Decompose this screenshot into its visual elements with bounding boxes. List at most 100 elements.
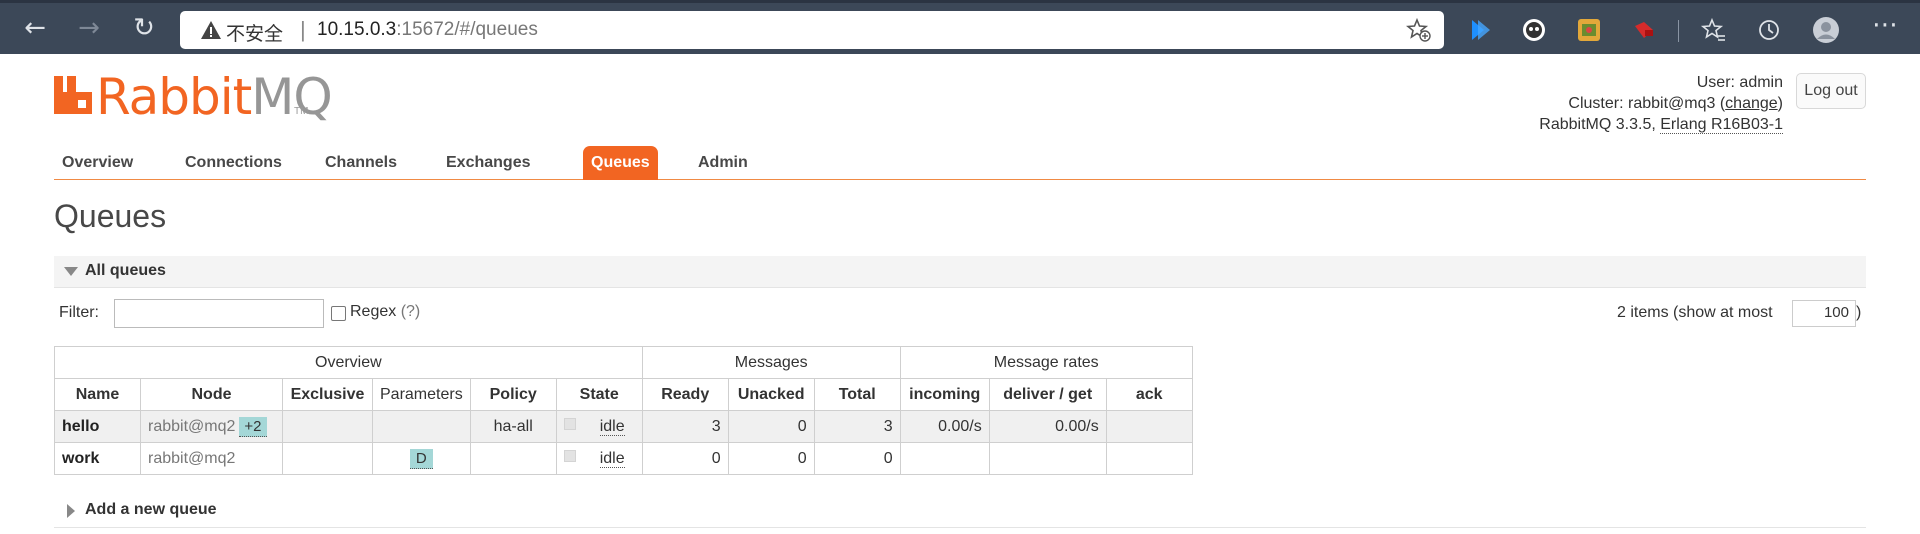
col-total[interactable]: Total — [813, 378, 901, 411]
tab-exchanges[interactable]: Exchanges — [438, 146, 538, 180]
logo-mq: MQ — [251, 68, 332, 126]
add-queue-label: Add a new queue — [85, 501, 217, 518]
filter-input[interactable] — [114, 299, 324, 328]
queue-total: 3 — [813, 410, 901, 443]
queues-table: Overview Messages Message rates Name Nod… — [54, 346, 1193, 475]
more-menu-icon[interactable]: ⋯ — [1868, 8, 1902, 42]
queue-parameters: D — [372, 442, 471, 475]
browser-toolbar: ← → ↻ 不安全 | 10.15.0.3:15672/#/queues ⋯ — [0, 0, 1920, 54]
page-title: Queues — [54, 198, 167, 234]
queue-unacked: 0 — [727, 410, 815, 443]
rabbitmq-logo[interactable]: RabbitMQ TM — [54, 68, 333, 126]
tab-admin[interactable]: Admin — [690, 146, 756, 180]
tab-channels[interactable]: Channels — [317, 146, 405, 180]
regex-label-group: Regex (?) — [350, 303, 420, 321]
queue-name[interactable]: hello — [54, 410, 141, 443]
col-incoming[interactable]: incoming — [899, 378, 990, 411]
queue-node: rabbit@mq2 +2 — [140, 410, 283, 443]
add-queue-toggle[interactable]: Add a new queue — [54, 496, 1866, 528]
favorites-icon[interactable] — [1700, 16, 1728, 44]
col-parameters[interactable]: Parameters — [372, 378, 471, 411]
extension-game-icon[interactable] — [1575, 16, 1603, 44]
logo-rabbit: Rabbit — [96, 68, 252, 126]
tab-queues[interactable]: Queues — [583, 146, 658, 180]
col-deliver-get[interactable]: deliver / get — [988, 378, 1107, 411]
regex-help-link[interactable]: (?) — [401, 303, 421, 320]
change-cluster-link[interactable]: change — [1725, 95, 1778, 112]
state-indicator-icon — [563, 449, 576, 462]
col-policy[interactable]: Policy — [469, 378, 557, 411]
col-node[interactable]: Node — [140, 378, 283, 411]
user-value: admin — [1739, 74, 1783, 91]
add-favorite-icon[interactable] — [1406, 17, 1432, 43]
filter-label: Filter: — [59, 304, 99, 321]
logout-button[interactable]: Log out — [1796, 73, 1866, 109]
main-nav-tabs: Overview Connections Channels Exchanges … — [54, 146, 1866, 180]
user-info: User: admin Cluster: rabbit@mq3 (change)… — [1539, 72, 1783, 135]
user-label: User: — [1696, 74, 1735, 91]
queue-name[interactable]: work — [54, 442, 141, 475]
logo-wordmark: RabbitMQ — [96, 68, 333, 126]
state-indicator-icon — [563, 417, 576, 430]
items-count-text: 2 items (show at most — [1617, 304, 1773, 321]
col-name[interactable]: Name — [54, 378, 141, 411]
queue-ready: 3 — [641, 410, 729, 443]
col-ready[interactable]: Ready — [641, 378, 729, 411]
col-unacked[interactable]: Unacked — [727, 378, 815, 411]
queue-total: 0 — [813, 442, 901, 475]
url-host: 10.15.0.3 — [317, 19, 397, 40]
extension-blue-icon[interactable] — [1466, 16, 1494, 44]
state-text: idle — [599, 417, 625, 436]
back-arrow-icon[interactable]: ← — [18, 11, 52, 45]
version-line: RabbitMQ 3.3.5, Erlang R16B03-1 — [1539, 114, 1783, 135]
col-state[interactable]: State — [555, 378, 643, 411]
queue-unacked: 0 — [727, 442, 815, 475]
queue-incoming: 0.00/s — [899, 410, 990, 443]
tab-overview[interactable]: Overview — [54, 146, 141, 180]
address-bar[interactable]: 不安全 | 10.15.0.3:15672/#/queues — [180, 11, 1444, 49]
queue-ack — [1105, 410, 1193, 443]
queue-state: idle — [555, 410, 643, 443]
queue-exclusive — [282, 410, 373, 443]
items-close-paren: ) — [1856, 304, 1862, 321]
forward-arrow-icon[interactable]: → — [72, 11, 106, 45]
queue-exclusive — [282, 442, 373, 475]
url-separator: | — [300, 17, 306, 42]
profile-avatar-icon[interactable] — [1812, 16, 1840, 44]
user-line: User: admin — [1539, 72, 1783, 93]
extension-robot-icon[interactable] — [1520, 16, 1548, 44]
queue-incoming — [899, 442, 990, 475]
queue-node: rabbit@mq2 — [140, 442, 283, 475]
url-text: 10.15.0.3:15672/#/queues — [317, 19, 538, 41]
extension-red-icon[interactable] — [1630, 16, 1658, 44]
toolbar-divider — [1678, 20, 1679, 42]
col-exclusive[interactable]: Exclusive — [282, 378, 373, 411]
insecure-label: 不安全 — [226, 24, 284, 45]
col-ack[interactable]: ack — [1105, 378, 1193, 411]
durable-tag: D — [409, 448, 433, 469]
cluster-value: rabbit@mq3 — [1628, 95, 1716, 112]
cluster-label: Cluster: — [1568, 95, 1624, 112]
warning-icon — [201, 21, 221, 39]
table-row[interactable]: hello rabbit@mq2 +2 ha-all idle 3 0 3 0.0… — [54, 410, 1193, 443]
items-limit-input[interactable]: 100 — [1792, 300, 1856, 327]
queue-deliver-get — [988, 442, 1107, 475]
group-header-message-rates: Message rates — [899, 346, 1193, 379]
reload-icon[interactable]: ↻ — [127, 11, 161, 45]
all-queues-toggle[interactable]: All queues — [54, 256, 1866, 288]
group-header-overview: Overview — [54, 346, 643, 379]
group-header-messages: Messages — [641, 346, 901, 379]
history-icon[interactable] — [1755, 16, 1783, 44]
tab-connections[interactable]: Connections — [177, 146, 290, 180]
regex-label: Regex — [350, 303, 397, 320]
all-queues-label: All queues — [85, 262, 166, 279]
rabbitmq-version: RabbitMQ 3.3.5, — [1539, 116, 1656, 133]
queue-ack — [1105, 442, 1193, 475]
table-row[interactable]: work rabbit@mq2 D idle 0 0 0 — [54, 442, 1193, 475]
regex-checkbox[interactable] — [331, 306, 346, 321]
node-name: rabbit@mq2 — [148, 417, 236, 435]
rabbit-logo-icon — [54, 76, 92, 114]
queue-ready: 0 — [641, 442, 729, 475]
logo-trademark: TM — [294, 106, 309, 117]
mirror-tag: +2 — [239, 416, 267, 437]
